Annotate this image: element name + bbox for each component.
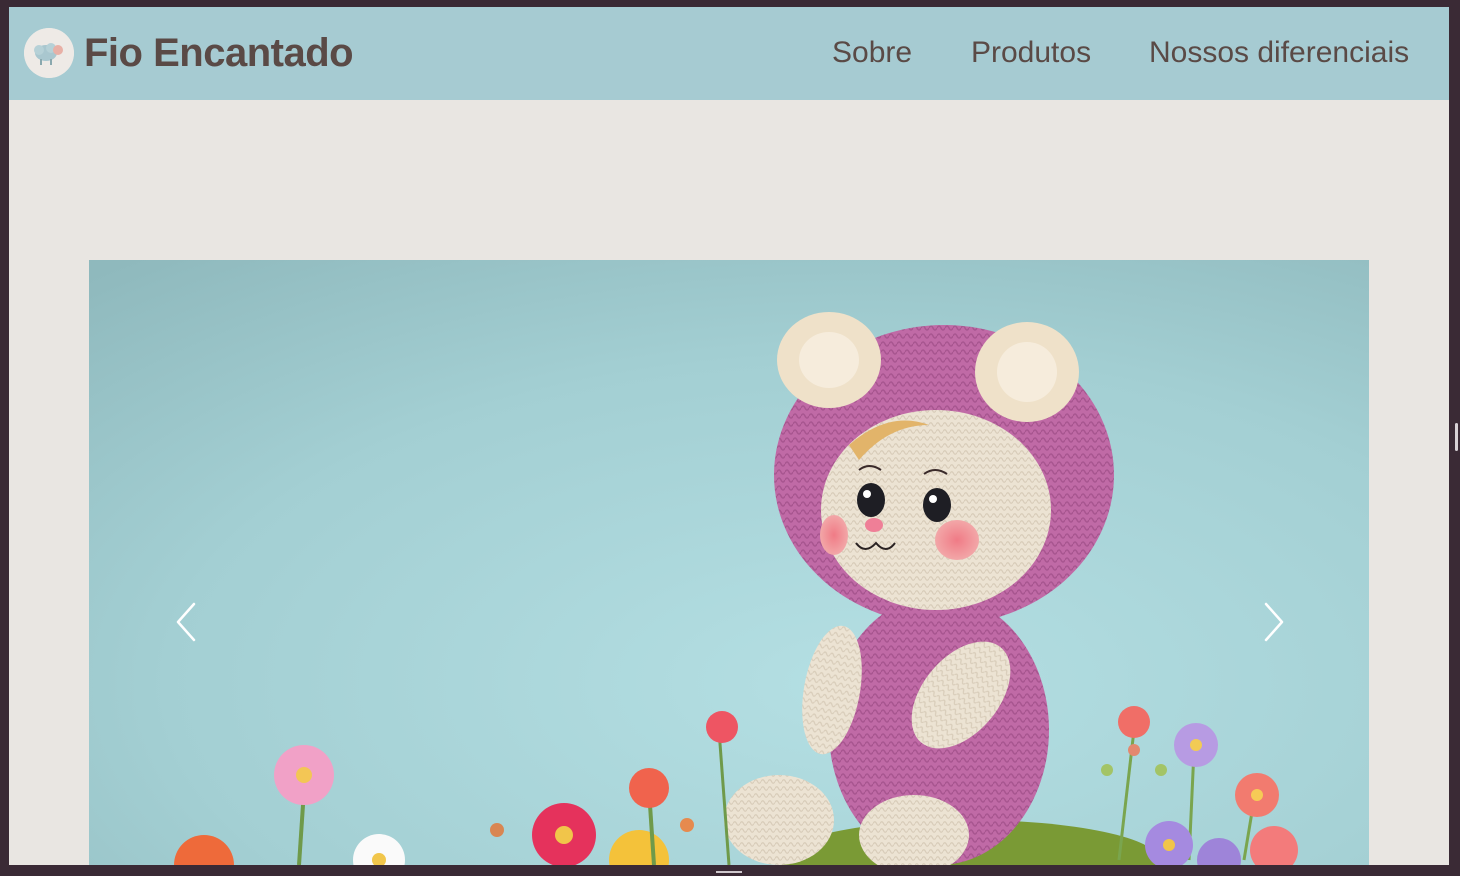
- nav-link-nossos-diferenciais[interactable]: Nossos diferenciais: [1149, 36, 1409, 70]
- resize-handle[interactable]: [716, 871, 742, 873]
- chevron-left-icon: [176, 602, 196, 642]
- nav-link-produtos[interactable]: Produtos: [971, 36, 1091, 70]
- navbar: Fio Encantado Sobre Produtos Nossos dife…: [9, 7, 1449, 100]
- hero-carousel: [89, 260, 1369, 865]
- carousel-next-button[interactable]: [1253, 600, 1293, 644]
- sheep-icon[interactable]: [24, 28, 74, 78]
- carousel-slide-image: [89, 260, 1369, 865]
- browser-viewport: Fio Encantado Sobre Produtos Nossos dife…: [9, 7, 1449, 865]
- brand-name[interactable]: Fio Encantado: [84, 31, 354, 76]
- carousel-prev-button[interactable]: [167, 600, 207, 644]
- nav-link-sobre[interactable]: Sobre: [832, 36, 912, 70]
- scrollbar-thumb[interactable]: [1455, 423, 1458, 451]
- chevron-right-icon: [1264, 602, 1284, 642]
